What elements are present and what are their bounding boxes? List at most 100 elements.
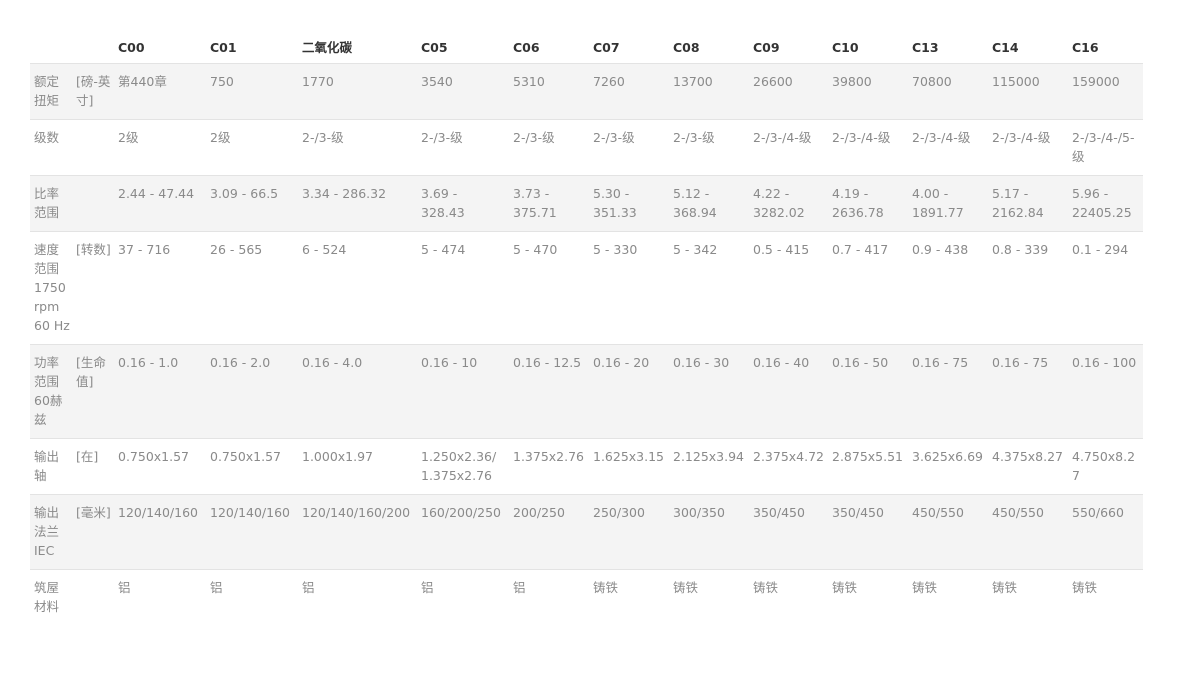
table-cell: 2-/3-级: [593, 130, 635, 145]
table-cell: 0.5 - 415: [753, 242, 810, 257]
parameter-label: 筑屋材料: [34, 580, 60, 614]
table-cell: 0.16 - 100: [1072, 355, 1137, 370]
column-header: C07: [593, 39, 620, 55]
column-header: C08: [673, 39, 700, 55]
table-cell: 450/550: [992, 505, 1044, 520]
table-cell: 200/250: [513, 505, 565, 520]
table-cell: 0.1 - 294: [1072, 242, 1129, 257]
table-cell: 0.750x1.57: [210, 449, 282, 464]
table-cell: 5.17 - 2162.84: [992, 186, 1044, 220]
table-cell: 1.000x1.97: [302, 449, 374, 464]
table-cell: 铸铁: [1072, 580, 1098, 595]
table-cell: 0.7 - 417: [832, 242, 889, 257]
table-cell: 1.250x2.36/ 1.375x2.76: [421, 449, 497, 483]
table-cell: 750: [210, 74, 234, 89]
table-cell: 450/550: [912, 505, 964, 520]
table-cell: 2-/3-/4-级: [912, 130, 971, 145]
unit-label: [74, 120, 114, 176]
parameter-label: 速度范围1750 rpm 60 Hz: [34, 242, 70, 333]
table-cell: 5.96 - 22405.25: [1072, 186, 1132, 220]
table-cell: 1770: [302, 74, 334, 89]
table-cell: 4.00 - 1891.77: [912, 186, 964, 220]
table-cell: 7260: [593, 74, 625, 89]
column-header: C01: [210, 39, 237, 55]
table-cell: 3.69 - 328.43: [421, 186, 465, 220]
table-cell: 0.16 - 4.0: [302, 355, 363, 370]
table-cell: 铸铁: [992, 580, 1018, 595]
table-cell: 2-/3-级: [302, 130, 344, 145]
table-cell: 5.30 - 351.33: [593, 186, 637, 220]
unit-label: [在]: [76, 449, 99, 464]
table-cell: 5310: [513, 74, 545, 89]
table-cell: 5 - 470: [513, 242, 558, 257]
table-row: 比率范围 2.44 - 47.44 3.09 - 66.5 3.34 - 286.32…: [30, 175, 1143, 232]
table-cell: 3.34 - 286.32: [302, 186, 387, 201]
parameter-label: 额定扭矩: [34, 74, 60, 108]
table-cell: 0.16 - 12.5: [513, 355, 582, 370]
table-cell: 26600: [753, 74, 793, 89]
table-row: 输出轴 [在] 0.750x1.57 0.750x1.57 1.000x1.97 1.25…: [30, 438, 1143, 495]
table-cell: 第440章: [118, 74, 167, 89]
table-body: 额定扭矩 [磅-英寸] 第440章 750 1770 3540 5310 7260 13700 2…: [30, 63, 1143, 626]
table-cell: 0.16 - 75: [912, 355, 969, 370]
table-cell: 250/300: [593, 505, 645, 520]
table-cell: 13700: [673, 74, 713, 89]
table-cell: 300/350: [673, 505, 725, 520]
table-cell: 0.9 - 438: [912, 242, 969, 257]
parameter-label: 级数: [34, 130, 60, 145]
table-row: 速度范围1750 rpm 60 Hz [转数] 37 - 716 26 - 565 6 …: [30, 231, 1143, 345]
table-cell: 37 - 716: [118, 242, 171, 257]
spec-table-container: C00 C01 二氧化碳 C05 C06 C07 C08 C09 C10 C13 C14 C16 额定…: [30, 30, 1143, 625]
table-cell: 0.16 - 40: [753, 355, 810, 370]
column-header: C10: [832, 39, 859, 55]
table-cell: 0.750x1.57: [118, 449, 190, 464]
table-cell: 铝: [118, 580, 131, 595]
column-header: C13: [912, 39, 939, 55]
parameter-label: 功率范围60赫兹: [34, 355, 63, 427]
table-cell: 3.73 - 375.71: [513, 186, 557, 220]
table-cell: 铸铁: [593, 580, 619, 595]
unit-label: [磅-英寸]: [76, 74, 111, 108]
table-cell: 2-/3-级: [513, 130, 555, 145]
table-cell: 3.09 - 66.5: [210, 186, 279, 201]
table-row: 功率范围60赫兹 [生命值] 0.16 - 1.0 0.16 - 2.0 0.16 - …: [30, 344, 1143, 439]
column-header: C05: [421, 39, 448, 55]
unit-label: [74, 570, 114, 626]
table-cell: 350/450: [832, 505, 884, 520]
parameter-label: 输出轴: [34, 449, 60, 483]
table-row: 输出法兰IEC [毫米] 120/140/160 120/140/160 120/140…: [30, 494, 1143, 570]
table-cell: 0.16 - 1.0: [118, 355, 179, 370]
header-row: C00 C01 二氧化碳 C05 C06 C07 C08 C09 C10 C13 C14 C16: [30, 30, 1143, 64]
table-cell: 2.875x5.51: [832, 449, 904, 464]
table-cell: 159000: [1072, 74, 1120, 89]
table-cell: 120/140/160: [118, 505, 198, 520]
table-cell: 铸铁: [832, 580, 858, 595]
table-cell: 39800: [832, 74, 872, 89]
table-cell: 160/200/250: [421, 505, 501, 520]
table-cell: 0.16 - 20: [593, 355, 650, 370]
table-cell: 2-/3-/4-级: [753, 130, 812, 145]
column-header: C09: [753, 39, 780, 55]
table-cell: 115000: [992, 74, 1040, 89]
column-header: C16: [1072, 39, 1099, 55]
parameter-label: 输出法兰IEC: [34, 505, 60, 558]
table-cell: 0.16 - 10: [421, 355, 478, 370]
parameter-label: 比率范围: [34, 186, 60, 220]
table-cell: 2级: [210, 130, 231, 145]
table-row: 额定扭矩 [磅-英寸] 第440章 750 1770 3540 5310 7260 13700 2…: [30, 63, 1143, 120]
table-cell: 0.16 - 50: [832, 355, 889, 370]
table-cell: 铸铁: [673, 580, 699, 595]
table-cell: 2-/3-/4-/5-级: [1072, 130, 1135, 164]
table-cell: 120/140/160/200: [302, 505, 411, 520]
table-cell: 0.8 - 339: [992, 242, 1049, 257]
table-cell: 2-/3-/4-级: [992, 130, 1051, 145]
table-cell: 120/140/160: [210, 505, 290, 520]
column-header: C14: [992, 39, 1019, 55]
table-cell: 铸铁: [912, 580, 938, 595]
table-cell: 26 - 565: [210, 242, 263, 257]
table-cell: 3540: [421, 74, 453, 89]
table-cell: 4.375x8.27: [992, 449, 1064, 464]
table-cell: 2-/3-/4-级: [832, 130, 891, 145]
table-cell: 4.22 - 3282.02: [753, 186, 805, 220]
unit-label: [生命值]: [76, 355, 106, 389]
